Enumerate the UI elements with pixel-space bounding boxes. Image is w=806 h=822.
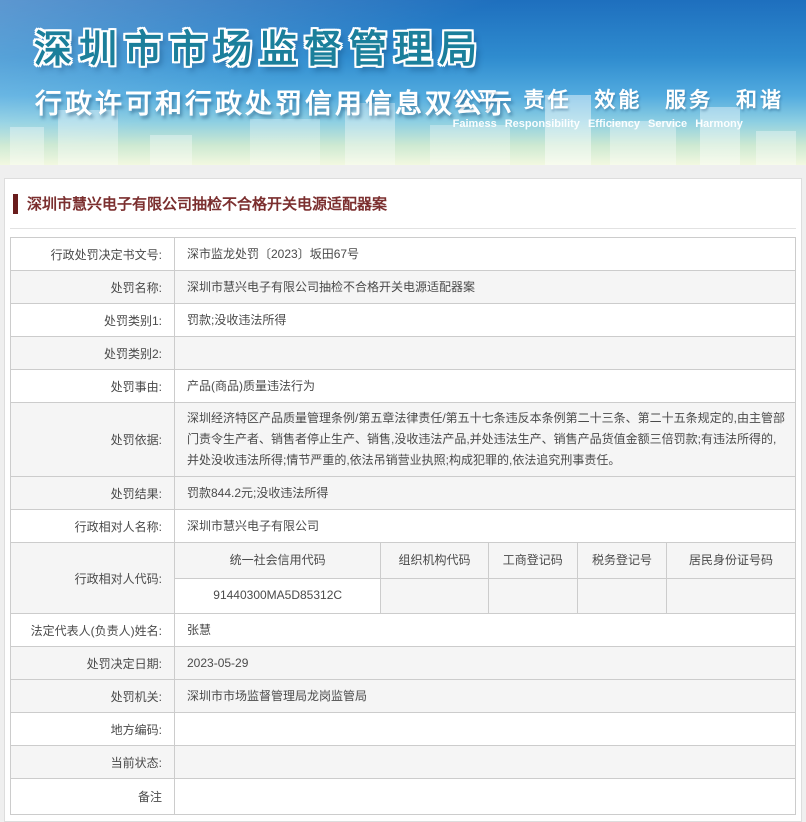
city-silhouette — [250, 119, 320, 165]
city-silhouette — [756, 131, 796, 165]
city-silhouette — [150, 135, 192, 165]
row-value: 产品(商品)质量违法行为 — [174, 369, 796, 403]
row-label: 行政相对人代码: — [10, 542, 175, 614]
table-row: 地方编码: — [10, 712, 796, 746]
table-row: 行政相对人名称: 深圳市慧兴电子有限公司 — [10, 509, 796, 543]
table-row: 当前状态: — [10, 745, 796, 779]
row-label: 处罚依据: — [10, 402, 175, 477]
table-row: 处罚类别2: — [10, 336, 796, 370]
row-label: 当前状态: — [10, 745, 175, 779]
row-label: 处罚类别2: — [10, 336, 175, 370]
table-row: 行政处罚决定书文号: 深市监龙处罚〔2023〕坂田67号 — [10, 237, 796, 271]
row-value — [174, 712, 796, 746]
site-subtitle: 行政许可和行政处罚信用信息双公示 — [35, 89, 515, 119]
table-row-party-codes: 行政相对人代码: 统一社会信用代码 组织机构代码 工商登记码 税务登记号 居民身… — [10, 542, 796, 614]
row-label: 处罚结果: — [10, 476, 175, 510]
row-label: 处罚机关: — [10, 679, 175, 713]
site-title: 深圳市市场监督管理局 — [34, 29, 485, 71]
row-label: 处罚事由: — [10, 369, 175, 403]
banner-slogan: 公平 责任 效能 服务 和谐 Faimess Responsibility Ef… — [453, 84, 784, 130]
table-row: 处罚机关: 深圳市市场监督管理局龙岗监管局 — [10, 679, 796, 713]
code-value-business-reg — [487, 577, 578, 613]
code-header-org-code: 组织机构代码 — [380, 543, 489, 579]
row-value — [174, 778, 796, 815]
table-row: 处罚依据: 深圳经济特区产品质量管理条例/第五章法律责任/第五十七条违反本条例第… — [10, 402, 796, 477]
slogan-english: Faimess Responsibility Efficiency Servic… — [452, 118, 743, 130]
table-row: 法定代表人(负责人)姓名: 张慧 — [10, 613, 796, 647]
content-card: 深圳市慧兴电子有限公司抽检不合格开关电源适配器案 行政处罚决定书文号: 深市监龙… — [4, 178, 802, 822]
row-value: 2023-05-29 — [174, 646, 796, 680]
code-value-tax-reg — [576, 577, 668, 613]
title-accent-bar — [13, 193, 18, 214]
row-value: 深圳市市场监督管理局龙岗监管局 — [174, 679, 796, 713]
row-label: 处罚类别1: — [10, 303, 175, 337]
code-header-business-reg: 工商登记码 — [487, 543, 578, 579]
code-header-tax-reg: 税务登记号 — [576, 543, 668, 579]
row-value: 罚款;没收违法所得 — [174, 303, 796, 337]
row-label: 地方编码: — [10, 712, 175, 746]
page-title-row: 深圳市慧兴电子有限公司抽检不合格开关电源适配器案 — [10, 179, 796, 229]
penalty-info-table: 行政处罚决定书文号: 深市监龙处罚〔2023〕坂田67号 处罚名称: 深圳市慧兴… — [10, 237, 796, 815]
code-value-org-code — [380, 577, 489, 613]
code-header-credit-code: 统一社会信用代码 — [175, 543, 382, 579]
city-silhouette — [10, 127, 44, 165]
row-value: 统一社会信用代码 组织机构代码 工商登记码 税务登记号 居民身份证号码 9144… — [174, 542, 796, 614]
row-value: 罚款844.2元;没收违法所得 — [174, 476, 796, 510]
table-row: 处罚结果: 罚款844.2元;没收违法所得 — [10, 476, 796, 510]
site-banner: 深圳市市场监督管理局 行政许可和行政处罚信用信息双公示 公平 责任 效能 服务 … — [0, 0, 806, 165]
row-value: 张慧 — [174, 613, 796, 647]
table-row: 处罚事由: 产品(商品)质量违法行为 — [10, 369, 796, 403]
row-label: 行政处罚决定书文号: — [10, 237, 175, 271]
table-row: 备注 — [10, 778, 796, 815]
row-value — [174, 336, 796, 370]
code-table-value-row: 91440300MA5D85312C — [175, 577, 795, 613]
row-label: 处罚决定日期: — [10, 646, 175, 680]
row-value: 深圳市慧兴电子有限公司 — [174, 509, 796, 543]
row-label: 备注 — [10, 778, 175, 815]
row-value — [174, 745, 796, 779]
code-table: 统一社会信用代码 组织机构代码 工商登记码 税务登记号 居民身份证号码 9144… — [175, 543, 795, 613]
code-value-id-number — [666, 577, 795, 613]
code-header-id-number: 居民身份证号码 — [666, 543, 795, 579]
city-silhouette — [430, 125, 510, 165]
table-row: 处罚类别1: 罚款;没收违法所得 — [10, 303, 796, 337]
table-row: 处罚决定日期: 2023-05-29 — [10, 646, 796, 680]
table-row: 处罚名称: 深圳市慧兴电子有限公司抽检不合格开关电源适配器案 — [10, 270, 796, 304]
row-label: 法定代表人(负责人)姓名: — [10, 613, 175, 647]
row-label: 行政相对人名称: — [10, 509, 175, 543]
code-value-credit-code: 91440300MA5D85312C — [175, 577, 382, 613]
row-value: 深市监龙处罚〔2023〕坂田67号 — [174, 237, 796, 271]
page-title: 深圳市慧兴电子有限公司抽检不合格开关电源适配器案 — [27, 196, 388, 213]
code-table-header-row: 统一社会信用代码 组织机构代码 工商登记码 税务登记号 居民身份证号码 — [175, 543, 795, 579]
slogan-chinese: 公平 责任 效能 服务 和谐 — [452, 89, 784, 112]
row-value: 深圳经济特区产品质量管理条例/第五章法律责任/第五十七条违反本条例第二十三条、第… — [174, 402, 796, 477]
row-value: 深圳市慧兴电子有限公司抽检不合格开关电源适配器案 — [174, 270, 796, 304]
row-label: 处罚名称: — [10, 270, 175, 304]
